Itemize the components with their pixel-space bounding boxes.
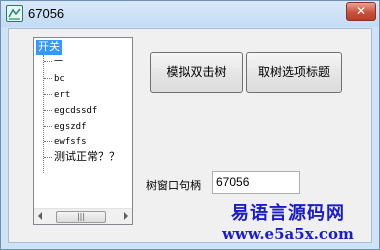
tree-item-label: egcdssdf xyxy=(54,106,98,116)
tree-item-label: ert xyxy=(54,90,71,100)
tree-item[interactable]: 测试正常？？ xyxy=(44,150,120,164)
scroll-right-arrow-icon[interactable] xyxy=(124,212,128,220)
tree-view[interactable]: 开关 一 bc ert egcdssdf egszdf ewfsfs 测试正常？… xyxy=(33,37,133,225)
tree-item[interactable]: bc xyxy=(44,72,65,86)
tree-item[interactable]: ewfsfs xyxy=(44,135,87,149)
tree-item-label: 一 xyxy=(54,57,64,67)
window-title: 67056 xyxy=(28,6,65,21)
tree-item-label: ewfsfs xyxy=(54,137,87,147)
tree-content: 开关 一 bc ert egcdssdf egszdf ewfsfs 测试正常？… xyxy=(34,38,132,208)
watermark-url: www.e5a5x.com xyxy=(222,225,354,243)
scroll-thumb[interactable]: ||| xyxy=(56,211,106,223)
app-window: 67056 ✕ 开关 一 bc ert egcdssdf egszdf ewfs… xyxy=(0,0,380,250)
scroll-left-arrow-icon[interactable] xyxy=(38,212,42,220)
watermark-name: 易语言源码网 xyxy=(231,203,345,224)
tree-item[interactable]: egcdssdf xyxy=(44,104,97,118)
simulate-double-click-button[interactable]: 模拟双击树 xyxy=(150,52,243,93)
horizontal-scrollbar[interactable]: ||| xyxy=(34,208,132,224)
tree-item-label: bc xyxy=(54,74,65,84)
tree-root-item[interactable]: 开关 xyxy=(35,39,63,56)
tree-handle-field[interactable]: 67056 xyxy=(212,171,300,194)
tree-item-label: egszdf xyxy=(54,122,87,132)
tree-item[interactable]: egszdf xyxy=(44,120,87,134)
tree-item[interactable]: 一 xyxy=(44,55,63,69)
app-icon xyxy=(6,5,23,22)
title-bar[interactable]: 67056 ✕ xyxy=(1,1,379,27)
close-icon[interactable]: ✕ xyxy=(346,2,376,21)
tree-handle-label: 树窗口句柄 xyxy=(146,179,201,192)
tree-item[interactable]: ert xyxy=(44,88,70,102)
watermark: 易语言源码网 www.e5a5x.com xyxy=(218,203,358,243)
tree-item-label: 测试正常？？ xyxy=(54,150,120,163)
fetch-selected-title-button[interactable]: 取树选项标题 xyxy=(246,52,342,93)
